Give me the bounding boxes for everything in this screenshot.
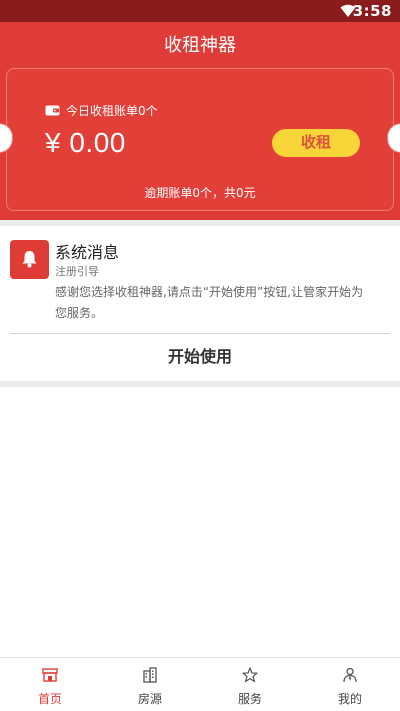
summary-panel: 今日收租账单0个 ¥ 0.00 收租 逾期账单0个，共0元	[0, 64, 400, 220]
message-subtitle: 注册引导	[55, 265, 99, 278]
tab-home-label: 首页	[37, 692, 62, 706]
bottom-tab-bar: 首页 房源 服务 我的	[0, 657, 400, 711]
today-bills-label: 今日收租账单0个	[66, 104, 158, 118]
tab-listings[interactable]: 房源	[100, 658, 200, 711]
status-bar: 3:58	[0, 0, 400, 22]
rent-ticket-card: 今日收租账单0个 ¥ 0.00 收租 逾期账单0个，共0元	[0, 68, 400, 211]
tab-listings-label: 房源	[137, 692, 162, 706]
app-bar: 收租神器	[0, 22, 400, 64]
tab-services[interactable]: 服务	[200, 658, 300, 711]
ticket-notch-right	[387, 123, 400, 153]
wallet-icon	[45, 105, 60, 116]
store-icon	[42, 668, 58, 682]
start-using-button[interactable]: 开始使用	[0, 334, 400, 381]
tab-home[interactable]: 首页	[0, 658, 100, 711]
star-icon	[242, 667, 258, 683]
building-icon	[143, 667, 157, 683]
person-icon	[343, 667, 357, 683]
tab-profile[interactable]: 我的	[300, 658, 400, 711]
message-body: 感谢您选择收租神器,请点击“开始使用”按钮,让管家开始为您服务。	[55, 285, 364, 320]
section-divider-bottom	[0, 381, 400, 387]
page-title: 收租神器	[164, 35, 236, 56]
ticket-notch-left	[0, 123, 13, 153]
clock: 3:58	[352, 2, 392, 20]
today-bills: 今日收租账单0个	[45, 102, 158, 119]
amount-value: ¥ 0.00	[45, 127, 126, 158]
overdue-summary: 逾期账单0个，共0元	[144, 186, 256, 200]
message-icon-box	[10, 240, 49, 279]
system-message-card: 系统消息 注册引导 感谢您选择收租神器,请点击“开始使用”按钮,让管家开始为您服…	[0, 226, 400, 381]
collect-rent-button[interactable]: 收租	[272, 129, 360, 157]
tab-profile-label: 我的	[337, 692, 362, 706]
bell-icon	[22, 251, 37, 268]
message-title: 系统消息	[55, 243, 120, 262]
tab-services-label: 服务	[237, 692, 262, 706]
